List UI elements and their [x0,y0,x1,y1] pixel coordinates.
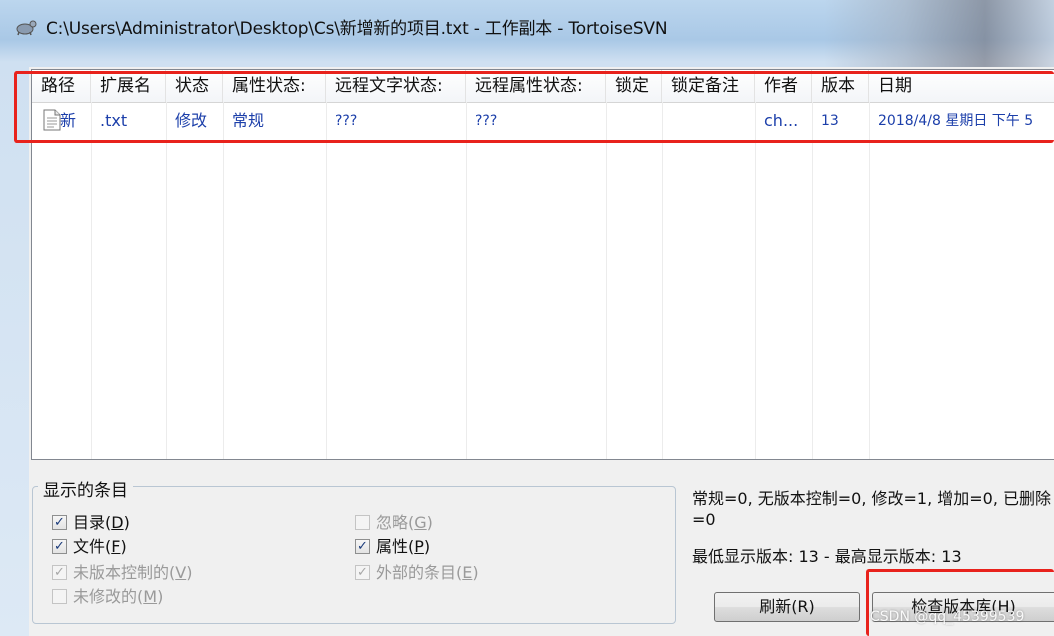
checkbox-box: ✓ [52,515,67,530]
column-divider [869,102,870,459]
column-divider [812,102,813,459]
svn-check-for-modifications-window: C:\Users\Administrator\Desktop\Cs\新增新的项目… [0,0,1054,636]
checkbox-unversioned-label: 未版本控制的 [73,563,170,582]
status-summary-line1: 常规=0, 无版本控制=0, 修改=1, 增加=0, 已删除 [692,489,1052,508]
status-summary-line2: =0 [692,510,716,529]
highlight-annotation-list [14,71,1054,143]
tortoise-icon [16,20,37,36]
column-divider [662,102,663,459]
column-divider [755,102,756,459]
title-bar[interactable]: C:\Users\Administrator\Desktop\Cs\新增新的项目… [0,0,1054,58]
checkbox-box: ✓ [52,565,67,580]
watermark-text: CSDN @qq_45399539 [870,609,1025,625]
checkbox-files-label: 文件 [73,537,106,556]
checkbox-ignored-label: 忽略 [376,513,409,532]
column-divider [326,102,327,459]
revision-range-text: 最低显示版本: 13 - 最高显示版本: 13 [692,547,962,566]
column-divider [466,102,467,459]
column-divider [166,102,167,459]
refresh-button[interactable]: 刷新(R) [714,592,860,622]
checkbox-unmodified-label: 未修改的 [73,587,138,606]
status-summary: 常规=0, 无版本控制=0, 修改=1, 增加=0, 已删除 =0 [692,488,1051,530]
checkbox-properties-label: 属性 [376,537,409,556]
checkbox-box [355,515,370,530]
shown-items-legend: 显示的条目 [38,476,133,501]
checkbox-box [52,589,67,604]
window-title: C:\Users\Administrator\Desktop\Cs\新增新的项目… [46,19,668,39]
column-divider [223,102,224,459]
checkbox-box: ✓ [355,565,370,580]
checkbox-directories-label: 目录 [73,513,106,532]
checkbox-externals-label: 外部的条目 [376,563,457,582]
checkbox-box: ✓ [355,539,370,554]
column-divider [606,102,607,459]
column-divider [91,102,92,459]
highlight-annotation-button [866,569,1054,636]
checkbox-box: ✓ [52,539,67,554]
